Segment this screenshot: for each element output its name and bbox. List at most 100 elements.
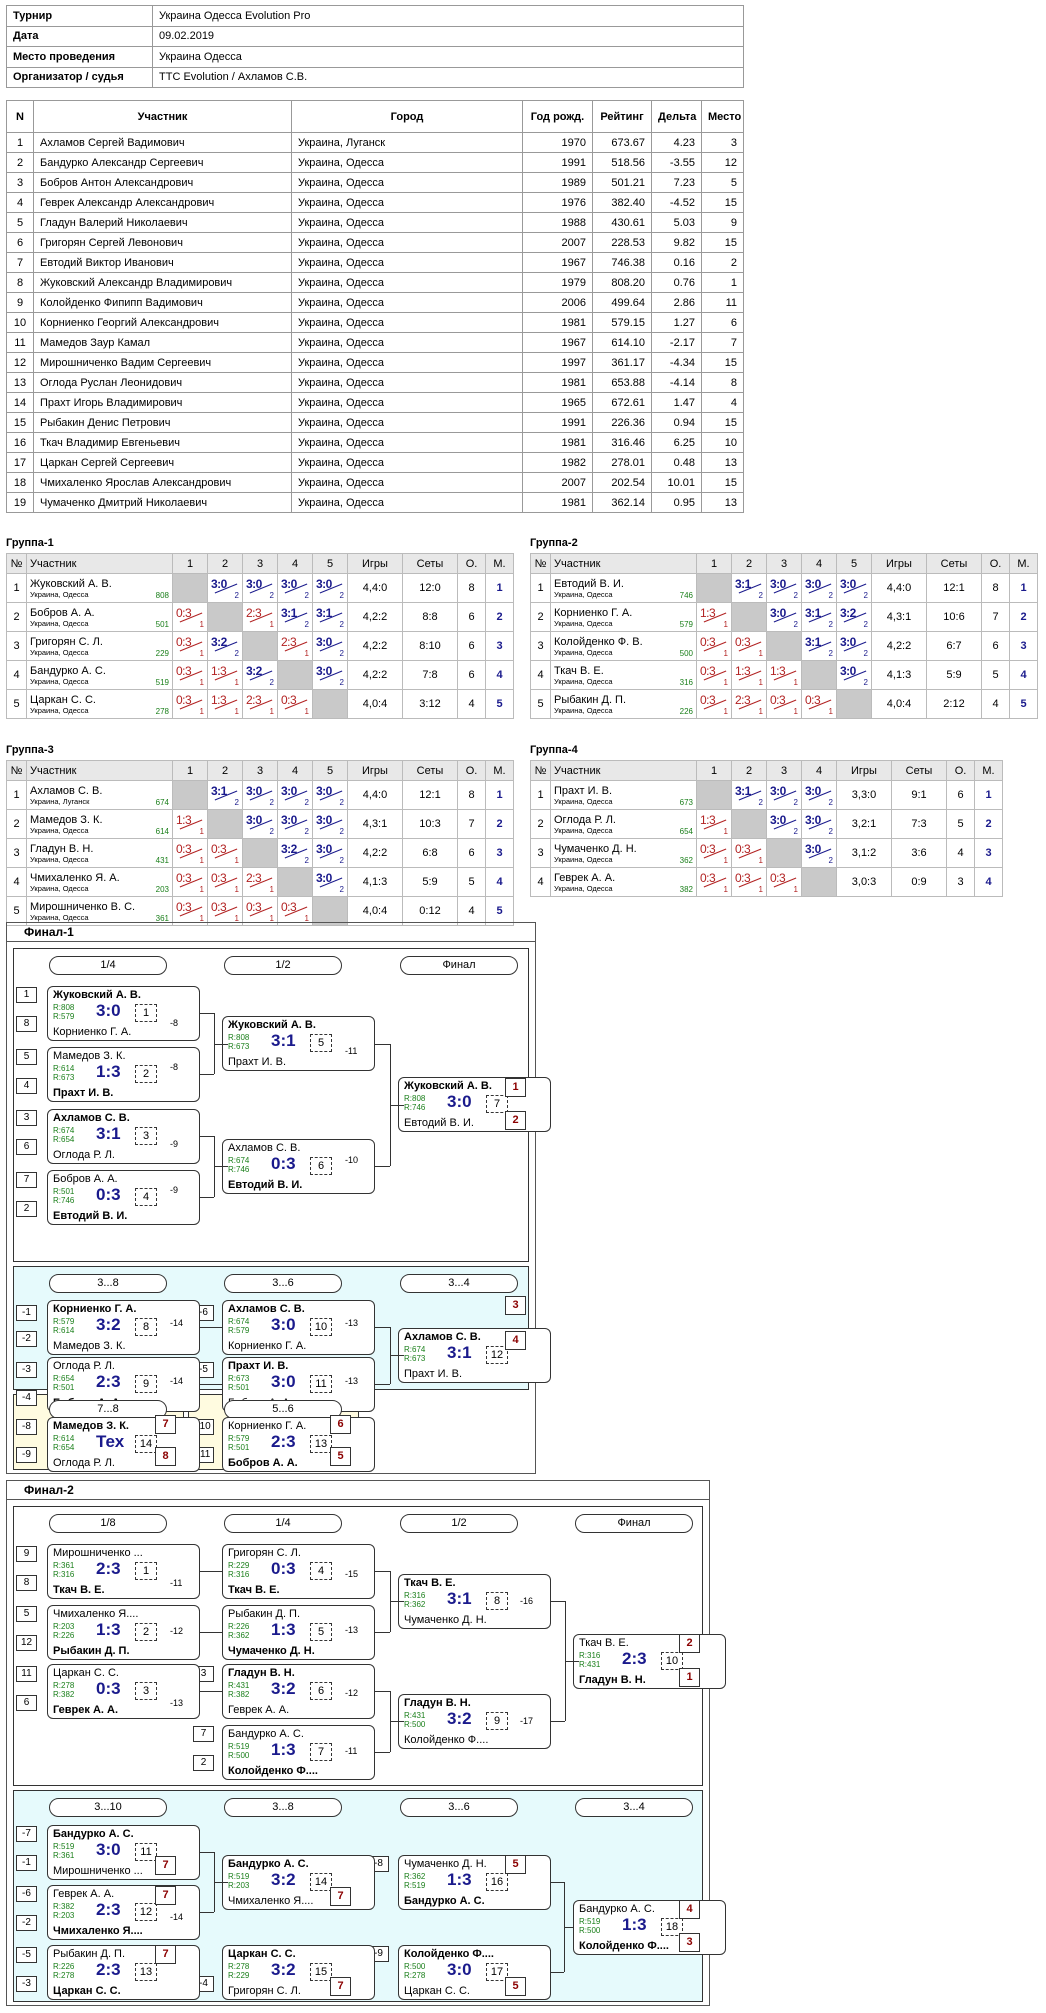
group-player-no: 4: [6, 660, 27, 690]
group-player: Гладун В. Н. Украина, Одесса 431: [26, 838, 173, 868]
match-score: 3:1: [316, 606, 332, 620]
match-player-a: Гладун В. Н.: [404, 1697, 471, 1709]
match-player-b: Григорян С. Л.: [228, 1985, 301, 1997]
match-score: 0:3: [271, 1559, 296, 1578]
match-rating-b: R:501: [53, 1383, 75, 1392]
group-place: 1: [485, 573, 514, 603]
participant-cell: 579.15: [592, 312, 652, 333]
participants-header: N: [6, 100, 34, 133]
group-match-result: 3:2 2: [277, 838, 313, 868]
group-player: Жуковский А. В. Украина, Одесса 808: [26, 573, 173, 603]
bracket-line: [200, 1691, 222, 1692]
group-row: 4 Бандурко А. С. Украина, Одесса 519 0:3 1 1:3…: [6, 660, 514, 690]
group-player-name: Ахламов С. В.: [30, 784, 103, 797]
match-points: 2: [234, 798, 239, 807]
seed-slot: 5: [16, 1606, 37, 1622]
participant-cell: 614.10: [592, 332, 652, 353]
group-self-cell: [731, 602, 767, 632]
match-points: 1: [234, 678, 239, 687]
group-player-rating: 362: [679, 856, 693, 865]
match-rating-a: R:579: [53, 1317, 75, 1326]
group-player-no: 1: [530, 780, 551, 810]
group-self-cell: [242, 838, 278, 868]
seed-slot: 5: [16, 1049, 37, 1065]
match-points: 2: [793, 798, 798, 807]
group-player: Колойденко Ф. В. Украина, Одесса 500: [550, 631, 697, 661]
participant-cell: Украина, Одесса: [291, 152, 523, 173]
participant-cell: 430.61: [592, 212, 652, 233]
group-games: 4,2:2: [347, 602, 403, 632]
match-points: 2: [269, 678, 274, 687]
seed-slot: 11: [16, 1666, 37, 1682]
participant-cell: 361.17: [592, 352, 652, 373]
group-place: 1: [485, 780, 514, 810]
participant-cell: Чумаченко Дмитрий Николаевич: [33, 492, 292, 513]
group-player-name: Геврек А. А.: [554, 871, 616, 884]
match-points: 2: [758, 798, 763, 807]
group-player-rating: 614: [155, 827, 169, 836]
group-games: 4,3:1: [871, 602, 927, 632]
match-player-b: Бобров А. А.: [228, 1457, 298, 1469]
bracket-match: Ткач В. Е. R:316 R:431 2:3 10 Гладун В. Н.: [573, 1634, 726, 1689]
group-player: Рыбакин Д. П. Украина, Одесса 226: [550, 689, 697, 719]
participant-cell: Украина, Одесса: [291, 292, 523, 313]
bracket-line: [200, 1632, 222, 1633]
participant-cell: 1997: [522, 352, 593, 373]
group-player-rating: 229: [155, 649, 169, 658]
match-points: 2: [304, 591, 309, 600]
participant-cell: Мирошниченко Вадим Сергеевич: [33, 352, 292, 373]
group-header-m: М.: [974, 760, 1003, 781]
group-match-result: 3:0 2: [207, 573, 243, 603]
participant-cell: 15: [701, 352, 744, 373]
participant-cell: 19: [6, 492, 34, 513]
group-match-result: 3:0 2: [242, 809, 278, 839]
participant-cell: 6: [6, 232, 34, 253]
match-score: 1:3: [176, 813, 192, 827]
participant-cell: 2006: [522, 292, 593, 313]
match-score: 3:2: [96, 1315, 121, 1334]
match-score: 0:3: [735, 635, 751, 649]
participant-cell: 1988: [522, 212, 593, 233]
group-header-o: О.: [946, 760, 975, 781]
group-match-result: 0:3 1: [696, 660, 732, 690]
final-place-badge: 3: [505, 1296, 526, 1315]
match-score: 3:2: [447, 1709, 472, 1728]
group-place: 1: [974, 780, 1003, 810]
group-header-opponent: 4: [801, 760, 837, 781]
participants-header: Год рожд.: [522, 100, 593, 133]
participant-cell: 1970: [522, 132, 593, 153]
info-key: Дата: [6, 25, 153, 47]
match-rating-b: R:278: [53, 1971, 75, 1980]
match-points: 2: [863, 649, 868, 658]
match-score: 0:3: [700, 693, 716, 707]
bracket-line: [390, 1105, 404, 1106]
group-player-no: 2: [6, 809, 27, 839]
group-self-cell: [696, 573, 732, 603]
group-match-result: 3:2 2: [242, 660, 278, 690]
participant-cell: 1989: [522, 172, 593, 193]
group-player: Бандурко А. С. Украина, Одесса 519: [26, 660, 173, 690]
participant-cell: 672.61: [592, 392, 652, 413]
group-match-result: 3:1 2: [207, 780, 243, 810]
participant-cell: Бобров Антон Александрович: [33, 172, 292, 193]
match-score: 3:1: [805, 635, 821, 649]
match-score: 0:3: [96, 1185, 121, 1204]
match-rating-a: R:362: [404, 1872, 426, 1881]
match-score: 3:0: [805, 577, 821, 591]
participant-cell: Украина, Одесса: [291, 412, 523, 433]
participant-cell: -4.34: [651, 352, 702, 373]
match-score: 0:3: [246, 900, 262, 914]
participant-cell: Украина, Одесса: [291, 372, 523, 393]
match-points: 2: [304, 856, 309, 865]
bracket-line: [375, 1571, 390, 1572]
group-player-no: 3: [6, 838, 27, 868]
match-player-a: Ахламов С. В.: [404, 1331, 481, 1343]
bracket-line: [375, 1166, 390, 1167]
match-rating-b: R:614: [53, 1326, 75, 1335]
match-number: 4: [310, 1562, 332, 1580]
loser-link-label: -10: [345, 1155, 359, 1165]
participant-cell: Украина, Одесса: [291, 452, 523, 473]
group-match-result: 3:0 2: [801, 809, 837, 839]
match-points: 1: [199, 649, 204, 658]
match-player-b: Мамедов З. К.: [53, 1340, 126, 1352]
